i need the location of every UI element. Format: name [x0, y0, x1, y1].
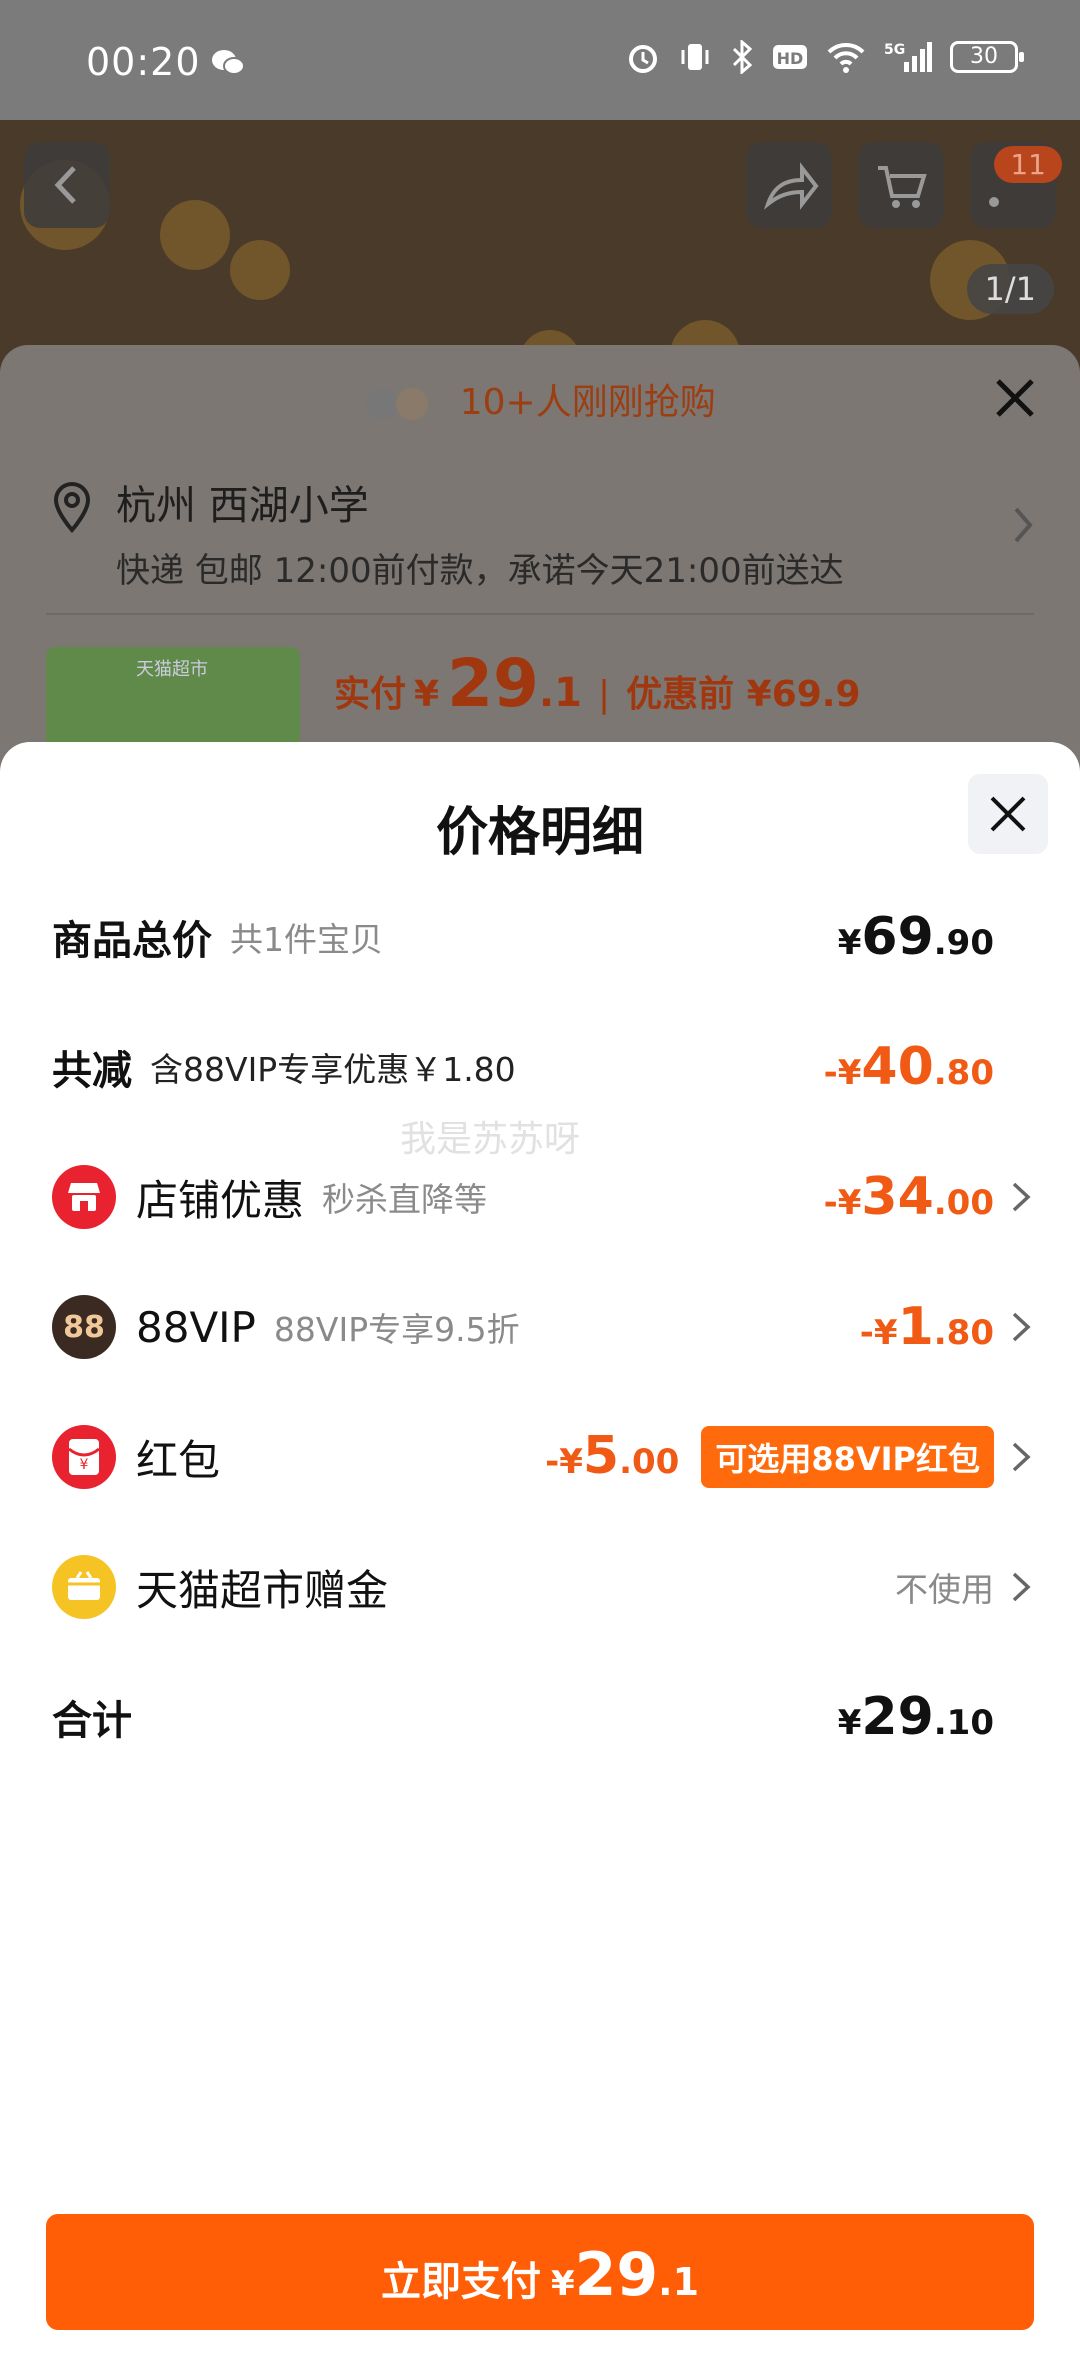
battery-icon: 30 [950, 41, 1024, 73]
shop-discount-amount: -¥34.00 [823, 1167, 994, 1227]
total-goods-amount: ¥69.90 [837, 907, 994, 967]
row-total-goods: 商品总价 共1件宝贝 ¥69.90 [52, 892, 1034, 982]
wifi-icon [827, 42, 865, 73]
status-time: 00:20 [86, 40, 201, 84]
red-packet-icon: ¥ [52, 1425, 116, 1489]
buyer-avatars [366, 388, 429, 420]
actual-price-int: 29 [447, 645, 539, 722]
total-amount: ¥29.10 [837, 1687, 994, 1747]
close-button[interactable] [968, 774, 1048, 854]
total-discount-amount: -¥40.80 [823, 1037, 994, 1097]
divider [46, 613, 1034, 615]
status-icons: HD 5G 30 [626, 40, 1024, 74]
bluetooth-icon [732, 40, 753, 74]
chevron-right-icon[interactable] [1012, 505, 1034, 545]
actual-price-dec: .1 [538, 670, 582, 716]
total-label: 合计 [52, 1698, 132, 1744]
delivery-info: 快递 包邮 12:00前付款，承诺今天21:00前送达 [116, 551, 844, 591]
signal-5g-icon: 5G [884, 42, 932, 72]
chevron-right-icon [1012, 1312, 1031, 1342]
currency-symbol: ¥ [414, 674, 440, 715]
actual-pay-label: 实付 [334, 674, 407, 715]
recent-buyers: 10+人刚刚抢购 [0, 373, 1080, 425]
shop-discount-note: 秒杀直降等 [322, 1180, 488, 1219]
watermark: 我是苏苏呀 [400, 1119, 581, 1160]
cart-icon [878, 166, 927, 208]
gift-money-value: 不使用 [895, 1570, 994, 1609]
svg-text:5G: 5G [884, 42, 905, 58]
sheet-title: 价格明细 [435, 803, 644, 863]
vip-label: 88VIP [136, 1302, 256, 1352]
vip-88-icon: 88 [52, 1295, 116, 1359]
gift-card-icon [52, 1555, 116, 1619]
cart-badge: 11 [994, 146, 1062, 183]
buyers-text: 10+人刚刚抢购 [459, 382, 716, 423]
chevron-right-icon [1012, 1442, 1031, 1472]
actual-price-line: 实付 ¥ 29.1 | 优惠前 ¥69.9 [334, 645, 861, 722]
chevron-right-icon [1012, 1572, 1031, 1602]
red-packet-label: 红包 [136, 1435, 221, 1485]
vip-discount-amount: -¥1.80 [859, 1297, 994, 1357]
close-icon[interactable] [990, 373, 1040, 423]
total-goods-label: 商品总价 [52, 918, 212, 964]
order-sheet: 10+人刚刚抢购 杭州 西湖小学 快递 包邮 12:00前付款，承诺今天21:0… [0, 345, 1080, 797]
red-packet-tag[interactable]: 可选用88VIP红包 [701, 1426, 994, 1488]
price-detail-sheet: 价格明细 商品总价 共1件宝贝 ¥69.90 共减 含88VIP专享优惠￥1.8… [0, 742, 1080, 2376]
row-shop-discount[interactable]: 店铺优惠 秒杀直降等 -¥34.00 [52, 1152, 1034, 1242]
row-88vip[interactable]: 88 88VIP 88VIP专享9.5折 -¥1.80 [52, 1282, 1034, 1372]
share-button[interactable] [746, 142, 832, 228]
pay-button-currency: ¥ [550, 2264, 575, 2304]
pay-now-button[interactable]: 立即支付 ¥ 29 .1 [46, 2214, 1034, 2330]
price-before-discount: 优惠前 ¥69.9 [626, 674, 861, 715]
hd-icon: HD [773, 45, 807, 69]
row-total: 合计 ¥29.10 [52, 1672, 1034, 1762]
total-discount-label: 共减 [52, 1048, 132, 1094]
status-bar: 00:20 HD 5G 30 [0, 0, 1080, 120]
back-button[interactable] [24, 142, 110, 228]
pay-button-int: 29 [574, 2240, 659, 2310]
chevron-right-icon [1012, 1182, 1031, 1212]
alarm-icon [629, 45, 657, 73]
wechat-icon [212, 50, 245, 75]
row-total-discount: 共减 含88VIP专享优惠￥1.80 -¥40.80 [52, 1022, 1034, 1112]
location-pin-icon [53, 482, 91, 534]
address-title[interactable]: 杭州 西湖小学 [116, 473, 369, 531]
image-counter: 1/1 [966, 264, 1054, 314]
share-icon [763, 162, 819, 210]
separator: | [597, 674, 611, 715]
vibrate-icon [681, 44, 709, 70]
pay-button-dec: .1 [658, 2260, 700, 2304]
row-gift-money[interactable]: 天猫超市赠金 不使用 [52, 1542, 1034, 1632]
gift-money-label: 天猫超市赠金 [136, 1565, 389, 1615]
thumbnail-label: 天猫超市 [136, 659, 208, 680]
total-goods-count: 共1件宝贝 [230, 920, 383, 959]
svg-text:¥: ¥ [80, 1457, 89, 1473]
close-icon [990, 796, 1026, 832]
total-discount-note: 含88VIP专享优惠￥1.80 [150, 1050, 516, 1089]
pay-button-label: 立即支付 [380, 2259, 541, 2305]
row-red-packet[interactable]: ¥ 红包 -¥5.00 可选用88VIP红包 [52, 1412, 1034, 1502]
svg-text:HD: HD [777, 49, 804, 68]
cart-button[interactable] [858, 142, 944, 228]
shop-discount-label: 店铺优惠 [136, 1175, 305, 1225]
shop-icon [52, 1165, 116, 1229]
red-packet-amount: -¥5.00 [545, 1426, 680, 1486]
vip-note: 88VIP专享9.5折 [273, 1310, 520, 1349]
back-arrow-icon [54, 166, 76, 204]
